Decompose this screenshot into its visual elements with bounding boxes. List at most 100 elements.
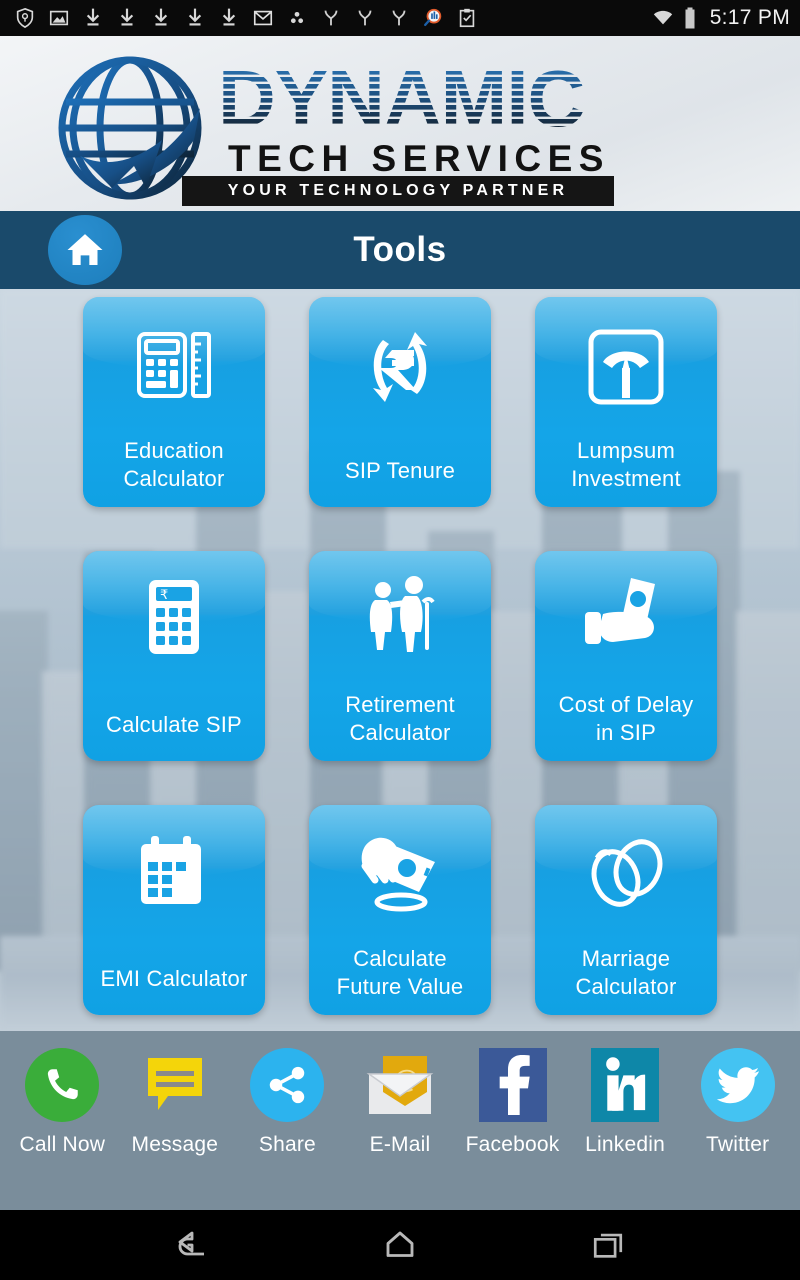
recent-apps-button[interactable] — [578, 1221, 638, 1269]
tool-tile-retirement-calculator[interactable]: Retirement Calculator — [309, 551, 491, 761]
email-icon: @ — [366, 1056, 434, 1114]
linkedin-icon-wrap — [587, 1047, 663, 1123]
brand-header: DYNAMIC TECH SERVICES YOUR TECHNOLOGY PA… — [0, 36, 800, 211]
status-bar-notification-icons — [14, 7, 652, 29]
wifi-icon — [653, 10, 672, 25]
gmail-icon — [253, 10, 273, 26]
action-linkedin[interactable]: Linkedin — [573, 1047, 677, 1157]
recent-apps-icon — [593, 1233, 623, 1258]
tool-tile-cost-of-delay-in-sip[interactable]: Cost of Delay in SIP — [535, 551, 717, 761]
tool-tile-label: SIP Tenure — [309, 457, 491, 485]
action-label: Call Now — [19, 1133, 106, 1156]
brand-wordmark: DYNAMIC — [218, 56, 618, 142]
brand-tagline-bar: YOUR TECHNOLOGY PARTNER — [182, 176, 614, 206]
status-bar-clock: 5:17 PM — [709, 6, 790, 29]
tool-label-line2: in SIP — [596, 720, 656, 745]
home-button[interactable] — [48, 215, 122, 285]
app-root: 5:17 PM DYNAMIC TECH SERVICES YOUR TECHN… — [0, 0, 800, 1280]
back-arrow-icon — [178, 1231, 204, 1256]
calculator-ruler-icon — [128, 321, 220, 413]
phone-icon — [25, 1048, 100, 1122]
screenshot-image-icon — [49, 10, 69, 26]
title-bar: Tools — [0, 211, 800, 289]
tool-label-line1: Retirement — [345, 692, 455, 717]
svg-text:DYNAMIC: DYNAMIC — [218, 56, 584, 142]
tool-label-line1: Calculate — [353, 946, 447, 971]
tools-content: Education Calculator SIP Tenure Lumpsum … — [0, 289, 800, 1031]
linkedin-icon — [591, 1048, 660, 1122]
action-label: Twitter — [706, 1133, 770, 1156]
tool-label-line1: Calculate SIP — [106, 712, 242, 737]
wishbone-icon — [392, 10, 406, 26]
calendar-rupee-icon: ₹ — [128, 829, 220, 921]
tool-tile-calculate-future-value[interactable]: Calculate Future Value — [309, 805, 491, 1015]
weighing-scale-icon — [580, 321, 672, 413]
rupee-refresh-icon — [354, 321, 446, 413]
tool-tile-label: Marriage Calculator — [535, 945, 717, 1001]
tool-tile-label: Lumpsum Investment — [535, 437, 717, 493]
action-twitter[interactable]: Twitter — [686, 1047, 790, 1157]
download-icon — [154, 8, 168, 26]
tool-tile-education-calculator[interactable]: Education Calculator — [83, 297, 265, 507]
download-icon — [120, 8, 134, 26]
company-logo: DYNAMIC TECH SERVICES YOUR TECHNOLOGY PA… — [40, 42, 630, 210]
shield-key-icon — [16, 7, 34, 29]
action-label: Share — [258, 1133, 316, 1156]
svg-text:₹: ₹ — [160, 587, 168, 602]
phone-icon-wrap — [24, 1047, 100, 1123]
tool-tile-marriage-calculator[interactable]: Marriage Calculator — [535, 805, 717, 1015]
hand-holding-cash-icon — [580, 571, 672, 663]
twitter-icon — [700, 1048, 775, 1122]
home-outline-icon — [386, 1231, 414, 1257]
tool-label-line2: Investment — [571, 466, 681, 491]
twitter-icon-wrap — [700, 1047, 776, 1123]
action-message[interactable]: Message — [123, 1047, 227, 1157]
action-label: Linkedin — [585, 1133, 665, 1156]
action-label: Facebook — [465, 1133, 560, 1156]
tool-label-line2: Future Value — [336, 974, 464, 999]
action-email[interactable]: @ E-Mail — [348, 1047, 452, 1157]
tool-label-line1: Education — [124, 438, 224, 463]
tool-tile-emi-calculator[interactable]: ₹ EMI Calculator — [83, 805, 265, 1015]
wishbone-icon — [358, 10, 372, 26]
email-icon-wrap: @ — [362, 1047, 438, 1123]
tool-tile-calculate-sip[interactable]: ₹ Calculate SIP — [83, 551, 265, 761]
wishbone-icon — [324, 10, 338, 26]
message-icon — [147, 1058, 202, 1110]
message-icon-wrap — [137, 1047, 213, 1123]
tool-label-line1: EMI Calculator — [100, 966, 248, 991]
back-button[interactable] — [162, 1221, 222, 1269]
battery-icon — [685, 7, 695, 29]
brand-tagline: YOUR TECHNOLOGY PARTNER — [227, 182, 569, 199]
action-share[interactable]: Share — [235, 1047, 339, 1157]
download-icon — [188, 8, 202, 26]
wedding-rings-icon — [580, 829, 672, 921]
tool-tile-label: Calculate SIP — [83, 711, 265, 739]
tool-tile-lumpsum-investment[interactable]: Lumpsum Investment — [535, 297, 717, 507]
elderly-couple-icon — [354, 571, 446, 663]
download-icon — [86, 8, 100, 26]
tool-label-line1: Cost of Delay — [558, 692, 694, 717]
brand-subtitle: TECH SERVICES — [228, 138, 610, 179]
share-icon-wrap — [249, 1047, 325, 1123]
tools-grid: Education Calculator SIP Tenure Lumpsum … — [0, 289, 800, 1031]
analytics-search-icon — [424, 8, 442, 27]
home-button-nav[interactable] — [370, 1221, 430, 1269]
tool-label-line2: Calculator — [349, 720, 451, 745]
hand-coin-card-icon — [354, 829, 446, 921]
tool-label-line2: Calculator — [123, 466, 225, 491]
tool-tile-label: Calculate Future Value — [309, 945, 491, 1001]
action-facebook[interactable]: Facebook — [461, 1047, 565, 1157]
tool-tile-label: EMI Calculator — [83, 965, 265, 993]
cluster-dots-icon — [290, 11, 304, 24]
action-label: E-Mail — [369, 1133, 431, 1156]
action-call-now[interactable]: Call Now — [10, 1047, 114, 1157]
share-icon — [250, 1048, 325, 1122]
tool-tile-sip-tenure[interactable]: SIP Tenure — [309, 297, 491, 507]
facebook-icon-wrap — [475, 1047, 551, 1123]
tool-tile-label: Cost of Delay in SIP — [535, 691, 717, 747]
tool-label-line1: SIP Tenure — [344, 458, 456, 483]
home-icon — [67, 234, 103, 265]
tool-label-line1: Marriage — [581, 946, 671, 971]
svg-text:₹: ₹ — [175, 869, 199, 911]
